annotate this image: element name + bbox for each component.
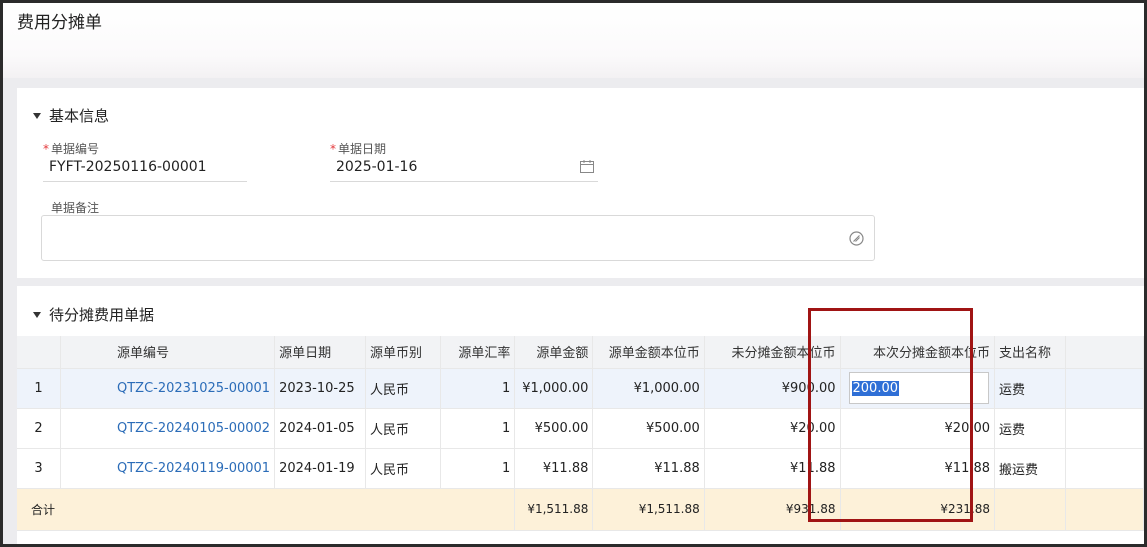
src-amount-local-cell: ¥1,000.00 xyxy=(592,368,705,409)
src-amount-cell: ¥11.88 xyxy=(514,448,594,489)
row-index: 2 xyxy=(17,408,61,449)
src-amount-local-cell: ¥11.88 xyxy=(592,448,705,489)
src-no-link[interactable]: QTZC-20240119-00001 xyxy=(60,448,276,489)
src-no-link[interactable]: QTZC-20231025-00001 xyxy=(60,368,276,409)
collapse-triangle-icon xyxy=(33,112,41,119)
total-row: 合计 ¥1,511.88 ¥1,511.88 ¥931.88 ¥231.88 xyxy=(17,488,1144,531)
basic-info-section-toggle[interactable]: 基本信息 xyxy=(33,105,109,126)
header-index xyxy=(17,336,61,369)
page-title: 费用分摊单 xyxy=(17,13,102,33)
src-no-link[interactable]: QTZC-20240105-00002 xyxy=(60,408,276,449)
src-currency-cell: 人民币 xyxy=(365,368,441,409)
src-amount-cell: ¥1,000.00 xyxy=(514,368,594,409)
table-header-row: 源单编号 源单日期 源单币别 源单汇率 源单金额 源单金额本位币 未分摊金额本位… xyxy=(17,336,1144,369)
row-filler xyxy=(1065,368,1144,409)
basic-info-title: 基本信息 xyxy=(49,107,110,125)
remark-textarea[interactable] xyxy=(41,215,875,261)
row-index: 3 xyxy=(17,448,61,489)
row-filler xyxy=(1065,448,1144,489)
total-filler xyxy=(994,488,1066,531)
header-src-date[interactable]: 源单日期 xyxy=(274,336,367,369)
highlight-annotation-box xyxy=(808,308,973,522)
src-currency-cell: 人民币 xyxy=(365,448,441,489)
header-src-currency[interactable]: 源单币别 xyxy=(365,336,441,369)
src-amount-local-cell: ¥500.00 xyxy=(592,408,705,449)
table-row[interactable]: 2 QTZC-20240105-00002 2024-01-05 人民币 1 ¥… xyxy=(17,408,1144,449)
expense-name-cell[interactable]: 运费 xyxy=(994,408,1066,449)
src-amount-cell: ¥500.00 xyxy=(514,408,594,449)
header-src-amount-local[interactable]: 源单金额本位币 xyxy=(592,336,705,369)
pending-docs-table: 源单编号 源单日期 源单币别 源单汇率 源单金额 源单金额本位币 未分摊金额本位… xyxy=(17,336,1144,531)
pending-section-title: 待分摊费用单据 xyxy=(49,306,155,324)
doc-date-field[interactable]: 2025-01-16 xyxy=(330,154,598,182)
src-currency-cell: 人民币 xyxy=(365,408,441,449)
expense-name-cell[interactable]: 搬运费 xyxy=(994,448,1066,489)
page-header: 费用分摊单 xyxy=(3,3,1144,78)
row-index: 1 xyxy=(17,368,61,409)
doc-date-value: 2025-01-16 xyxy=(336,159,418,175)
src-rate-cell: 1 xyxy=(440,448,516,489)
src-date-cell: 2023-10-25 xyxy=(274,368,367,409)
basic-info-card: 基本信息 * 单据编号 FYFT-20250116-00001 * 单据日期 202… xyxy=(17,88,1144,278)
total-filler xyxy=(1065,488,1144,531)
total-src-amount-local: ¥1,511.88 xyxy=(592,488,705,531)
table-row[interactable]: 1 QTZC-20231025-00001 2023-10-25 人民币 1 ¥… xyxy=(17,368,1144,409)
total-src-amount: ¥1,511.88 xyxy=(514,488,594,531)
remark-label: 单据备注 xyxy=(51,201,100,215)
src-rate-cell: 1 xyxy=(440,368,516,409)
pending-docs-card: 待分摊费用单据 源单编号 源单日期 源单币别 源单汇率 源单金额 源单金额本位币… xyxy=(17,286,1144,544)
table-row[interactable]: 3 QTZC-20240119-00001 2024-01-19 人民币 1 ¥… xyxy=(17,448,1144,489)
header-src-rate[interactable]: 源单汇率 xyxy=(440,336,516,369)
header-src-amount[interactable]: 源单金额 xyxy=(514,336,594,369)
clear-icon[interactable] xyxy=(849,231,864,246)
expense-name-cell[interactable]: 运费 xyxy=(994,368,1066,409)
src-date-cell: 2024-01-19 xyxy=(274,448,367,489)
collapse-triangle-icon xyxy=(33,311,41,318)
doc-no-value: FYFT-20250116-00001 xyxy=(49,159,207,175)
header-expense-name[interactable]: 支出名称 xyxy=(994,336,1066,369)
doc-no-field[interactable]: FYFT-20250116-00001 xyxy=(43,154,247,182)
total-label: 合计 xyxy=(17,488,516,531)
src-date-cell: 2024-01-05 xyxy=(274,408,367,449)
calendar-icon[interactable] xyxy=(580,160,594,173)
header-filler xyxy=(1065,336,1144,369)
pending-section-toggle[interactable]: 待分摊费用单据 xyxy=(33,304,154,325)
src-rate-cell: 1 xyxy=(440,408,516,449)
row-filler xyxy=(1065,408,1144,449)
header-src-no[interactable]: 源单编号 xyxy=(60,336,276,369)
